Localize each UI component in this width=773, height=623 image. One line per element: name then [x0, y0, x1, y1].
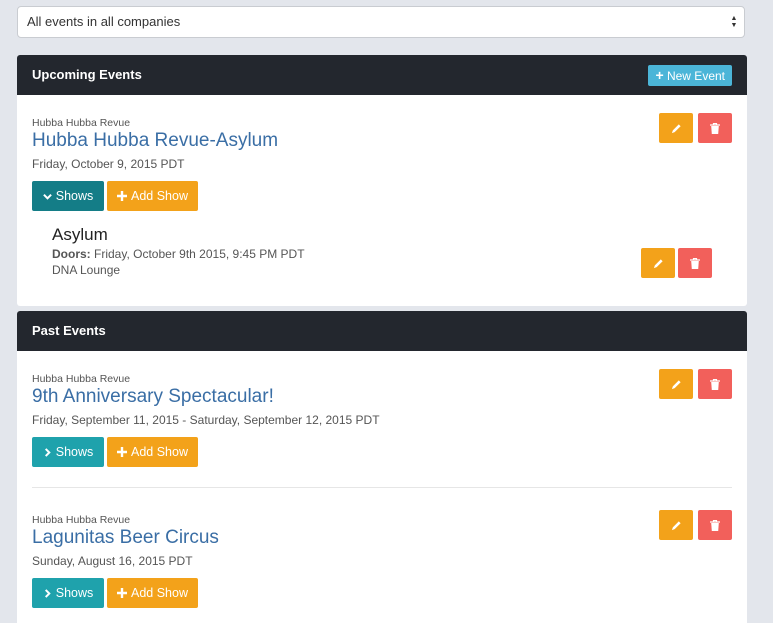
event-date: Friday, October 9, 2015 PDT	[32, 157, 185, 171]
add-show-button[interactable]: Add Show	[107, 181, 198, 211]
chevron-down-icon	[42, 193, 52, 200]
event-item: Hubba Hubba Revue 9th Anniversary Specta…	[32, 373, 732, 427]
edit-show-button[interactable]	[641, 248, 675, 278]
event-item: Hubba Hubba Revue Lagunitas Beer Circus …	[32, 514, 732, 568]
upcoming-events-panel: Upcoming Events + New Event Hubba Hubba …	[17, 55, 747, 306]
delete-event-button[interactable]	[698, 369, 732, 399]
event-item: Hubba Hubba Revue Hubba Hubba Revue-Asyl…	[32, 117, 732, 171]
event-actions: Shows Add Show	[32, 578, 198, 608]
event-company: Hubba Hubba Revue	[32, 373, 131, 385]
pencil-icon	[671, 520, 681, 530]
new-event-button[interactable]: + New Event	[648, 65, 732, 86]
past-events-panel: Past Events Hubba Hubba Revue 9th Annive…	[17, 311, 747, 623]
shows-toggle-button[interactable]: Shows	[32, 181, 104, 211]
event-filter-select[interactable]: All events in all companies ▲ ▼	[17, 6, 745, 38]
select-arrows-icon: ▲ ▼	[730, 15, 738, 29]
shows-toggle-button[interactable]: Shows	[32, 437, 104, 467]
event-date: Sunday, August 16, 2015 PDT	[32, 554, 193, 568]
show-item: Asylum Doors: Friday, October 9th 2015, …	[52, 225, 732, 278]
shows-label: Shows	[55, 189, 94, 203]
trash-icon	[710, 378, 720, 390]
chevron-right-icon	[44, 588, 51, 598]
trash-icon	[710, 122, 720, 134]
edit-event-button[interactable]	[659, 113, 693, 143]
delete-event-button[interactable]	[698, 510, 732, 540]
shows-toggle-button[interactable]: Shows	[32, 578, 104, 608]
upcoming-events-title: Upcoming Events	[32, 67, 142, 82]
plus-icon: +	[655, 67, 664, 83]
upcoming-events-header: Upcoming Events + New Event	[17, 55, 747, 95]
delete-event-button[interactable]	[698, 113, 732, 143]
add-show-label: Add Show	[131, 586, 188, 600]
delete-show-button[interactable]	[678, 248, 712, 278]
event-title-link[interactable]: 9th Anniversary Spectacular!	[32, 386, 732, 408]
chevron-right-icon	[44, 447, 51, 457]
add-show-button[interactable]: Add Show	[107, 437, 198, 467]
event-company: Hubba Hubba Revue	[32, 117, 131, 129]
plus-icon	[117, 447, 127, 457]
show-title: Asylum	[52, 225, 108, 244]
edit-event-button[interactable]	[659, 369, 693, 399]
trash-icon	[690, 257, 700, 269]
edit-event-button[interactable]	[659, 510, 693, 540]
add-show-label: Add Show	[131, 189, 188, 203]
pencil-icon	[671, 379, 681, 389]
event-title-link[interactable]: Lagunitas Beer Circus	[32, 527, 732, 549]
past-events-title: Past Events	[32, 323, 106, 338]
shows-label: Shows	[55, 445, 94, 459]
past-events-header: Past Events	[17, 311, 747, 351]
plus-icon	[117, 191, 127, 201]
show-venue: DNA Lounge	[52, 263, 121, 277]
doors-time: Friday, October 9th 2015, 9:45 PM PDT	[94, 247, 305, 261]
trash-icon	[710, 519, 720, 531]
plus-icon	[117, 588, 127, 598]
pencil-icon	[671, 123, 681, 133]
new-event-label: New Event	[666, 69, 725, 83]
shows-label: Shows	[55, 586, 94, 600]
add-show-label: Add Show	[131, 445, 188, 459]
event-date: Friday, September 11, 2015 - Saturday, S…	[32, 413, 380, 427]
event-title-link[interactable]: Hubba Hubba Revue-Asylum	[32, 130, 732, 152]
show-doors: Doors: Friday, October 9th 2015, 9:45 PM…	[52, 246, 732, 262]
event-filter-value: All events in all companies	[27, 14, 181, 29]
page: All events in all companies ▲ ▼ Upcoming …	[0, 0, 773, 623]
event-company: Hubba Hubba Revue	[32, 514, 131, 526]
doors-label: Doors:	[52, 247, 91, 261]
event-actions: Shows Add Show	[32, 437, 198, 467]
pencil-icon	[653, 258, 663, 268]
divider	[32, 487, 732, 488]
event-actions: Shows Add Show	[32, 181, 198, 211]
add-show-button[interactable]: Add Show	[107, 578, 198, 608]
